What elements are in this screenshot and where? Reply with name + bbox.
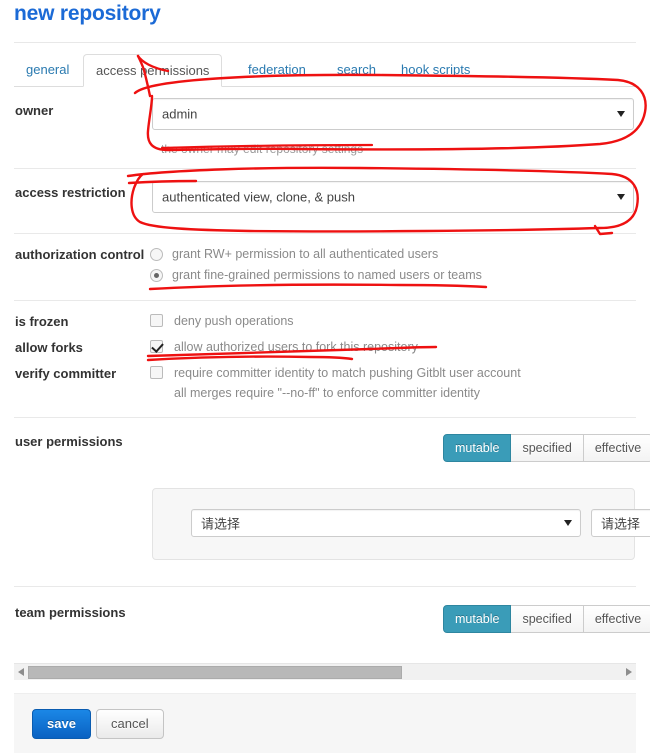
is-frozen-label: is frozen bbox=[15, 314, 69, 329]
divider-after-authorization bbox=[14, 300, 636, 301]
team-permissions-label: team permissions bbox=[15, 605, 126, 620]
repository-settings-page: new repository general access permission… bbox=[0, 0, 650, 753]
owner-select[interactable]: admin bbox=[152, 98, 634, 130]
save-button[interactable]: save bbox=[32, 709, 91, 739]
tab-access-permissions[interactable]: access permissions bbox=[83, 54, 223, 87]
user-permission-level-select[interactable]: 请选择 bbox=[591, 509, 650, 537]
access-restriction-select-value: authenticated view, clone, & push bbox=[162, 189, 355, 205]
team-permissions-mode-group: mutable specified effective bbox=[443, 605, 650, 633]
checkbox-verify-committer-label: require committer identity to match push… bbox=[174, 366, 521, 380]
user-permission-user-select[interactable]: 请选择 bbox=[191, 509, 581, 537]
user-permissions-mode-mutable[interactable]: mutable bbox=[443, 434, 512, 462]
scrollbar-thumb[interactable] bbox=[28, 666, 402, 679]
checkbox-deny-push[interactable] bbox=[150, 314, 163, 327]
radio-grant-rw-all[interactable] bbox=[150, 248, 163, 261]
scroll-right-arrow-icon[interactable] bbox=[626, 668, 632, 676]
form-footer: save cancel bbox=[14, 693, 636, 753]
team-permissions-mode-effective[interactable]: effective bbox=[583, 605, 650, 633]
radio-grant-rw-all-label: grant RW+ permission to all authenticate… bbox=[172, 247, 439, 261]
tab-search[interactable]: search bbox=[325, 54, 388, 87]
user-permissions-panel: 请选择 请选择 bbox=[152, 488, 650, 560]
divider-after-access-restriction bbox=[14, 233, 636, 234]
checkbox-deny-push-label: deny push operations bbox=[174, 314, 294, 328]
access-restriction-select[interactable]: authenticated view, clone, & push bbox=[152, 181, 634, 213]
radio-grant-fine-grained-label: grant fine-grained permissions to named … bbox=[172, 268, 482, 282]
access-restriction-label: access restriction bbox=[15, 185, 126, 200]
tab-bar: general access permissions federation se… bbox=[14, 54, 636, 87]
team-permissions-mode-specified[interactable]: specified bbox=[511, 605, 584, 633]
verify-committer-label: verify committer bbox=[15, 366, 117, 381]
divider-after-verify-committer bbox=[14, 417, 636, 418]
checkbox-allow-forks-label: allow authorized users to fork this repo… bbox=[174, 340, 418, 354]
tab-federation[interactable]: federation bbox=[236, 54, 318, 87]
user-permissions-mode-specified[interactable]: specified bbox=[511, 434, 584, 462]
authorization-control-label: authorization control bbox=[15, 247, 145, 262]
divider-after-user-permissions bbox=[14, 586, 636, 587]
allow-forks-label: allow forks bbox=[15, 340, 83, 355]
scroll-left-arrow-icon[interactable] bbox=[18, 668, 24, 676]
cancel-button[interactable]: cancel bbox=[96, 709, 164, 739]
user-permissions-label: user permissions bbox=[15, 434, 123, 449]
checkbox-allow-forks[interactable] bbox=[150, 340, 163, 353]
owner-label: owner bbox=[15, 103, 54, 118]
page-title: new repository bbox=[14, 2, 161, 25]
chevron-down-icon bbox=[617, 111, 625, 117]
checkbox-verify-committer[interactable] bbox=[150, 366, 163, 379]
chevron-down-icon bbox=[564, 520, 572, 526]
owner-select-value: admin bbox=[162, 106, 198, 122]
tab-hook-scripts[interactable]: hook scripts bbox=[389, 54, 482, 87]
tab-general[interactable]: general bbox=[14, 54, 81, 87]
verify-committer-note: all merges require "--no-ff" to enforce … bbox=[174, 386, 480, 400]
team-permissions-mode-mutable[interactable]: mutable bbox=[443, 605, 512, 633]
user-permission-level-select-value: 请选择 bbox=[601, 516, 641, 532]
user-permissions-mode-effective[interactable]: effective bbox=[583, 434, 650, 462]
user-permissions-mode-group: mutable specified effective bbox=[443, 434, 650, 462]
chevron-down-icon bbox=[617, 194, 625, 200]
user-permission-user-select-value: 请选择 bbox=[201, 516, 241, 532]
divider-after-owner bbox=[14, 168, 636, 169]
horizontal-scrollbar[interactable] bbox=[14, 663, 636, 680]
owner-help-text: the owner may edit repository settings bbox=[161, 142, 364, 156]
radio-grant-fine-grained[interactable] bbox=[150, 269, 163, 282]
title-divider bbox=[14, 42, 636, 43]
